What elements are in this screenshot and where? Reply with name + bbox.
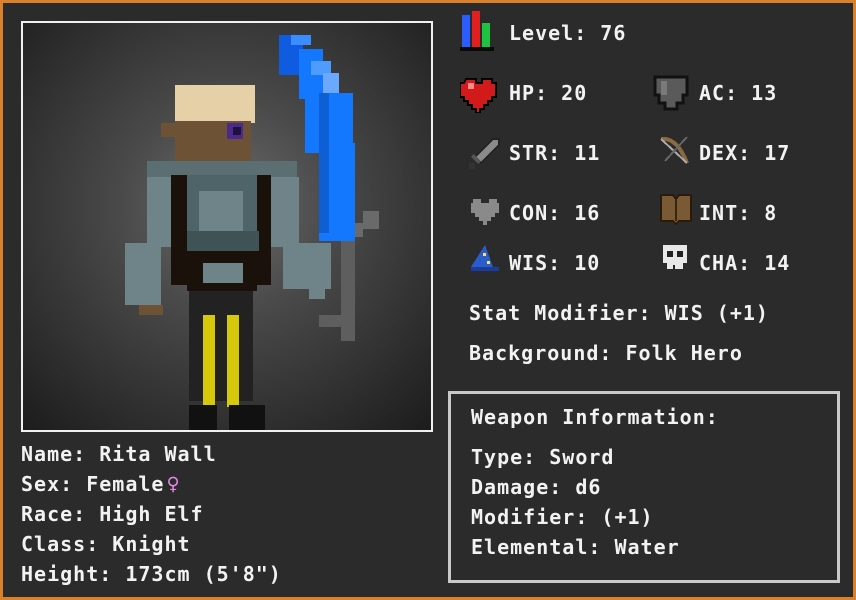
weapon-damage-text: Damage: d6 bbox=[471, 475, 602, 499]
cha-text: CHA: 14 bbox=[699, 251, 791, 275]
str-text: STR: 11 bbox=[509, 141, 601, 165]
race-text: Race: High Elf bbox=[21, 502, 204, 526]
hp-text: HP: 20 bbox=[509, 81, 588, 105]
ac-text: AC: 13 bbox=[699, 81, 778, 105]
character-info: Name: Rita Wall Sex: Female♀ Race: High … bbox=[21, 439, 282, 589]
weapon-info-panel: Weapon Information: Type: Sword Damage: … bbox=[448, 391, 840, 583]
dex-text: DEX: 17 bbox=[699, 141, 791, 165]
gray-heart-icon bbox=[471, 199, 499, 225]
class-text: Class: Knight bbox=[21, 532, 191, 556]
heart-icon bbox=[460, 78, 497, 113]
weapon-type-text: Type: Sword bbox=[471, 445, 615, 469]
skull-icon bbox=[663, 245, 687, 269]
weapon-info-title: Weapon Information: bbox=[471, 405, 719, 429]
book-icon bbox=[660, 194, 692, 225]
sex-row: Sex: Female♀ bbox=[21, 469, 282, 499]
character-portrait bbox=[21, 21, 433, 432]
shield-icon bbox=[653, 75, 689, 111]
level-bars-icon bbox=[460, 11, 494, 51]
height-text: Height: 173cm (5'8") bbox=[21, 562, 282, 586]
sex-text: Sex: Female bbox=[21, 472, 165, 496]
con-text: CON: 16 bbox=[509, 201, 601, 225]
character-card: Name: Rita Wall Sex: Female♀ Race: High … bbox=[0, 0, 856, 600]
background-text: Background: Folk Hero bbox=[469, 341, 743, 365]
bow-icon bbox=[660, 136, 689, 164]
weapon-modifier-text: Modifier: (+1) bbox=[471, 505, 654, 529]
female-symbol-icon: ♀ bbox=[166, 472, 181, 497]
int-text: INT: 8 bbox=[699, 201, 778, 225]
stat-modifier-text: Stat Modifier: WIS (+1) bbox=[469, 301, 769, 325]
weapon-elemental-text: Elemental: Water bbox=[471, 535, 680, 559]
sword-icon bbox=[469, 138, 500, 169]
wizard-hat-icon bbox=[471, 245, 499, 271]
wis-text: WIS: 10 bbox=[509, 251, 601, 275]
name-text: Name: Rita Wall bbox=[21, 442, 217, 466]
level-text: Level: 76 bbox=[509, 21, 627, 45]
knight-sprite bbox=[125, 35, 379, 430]
